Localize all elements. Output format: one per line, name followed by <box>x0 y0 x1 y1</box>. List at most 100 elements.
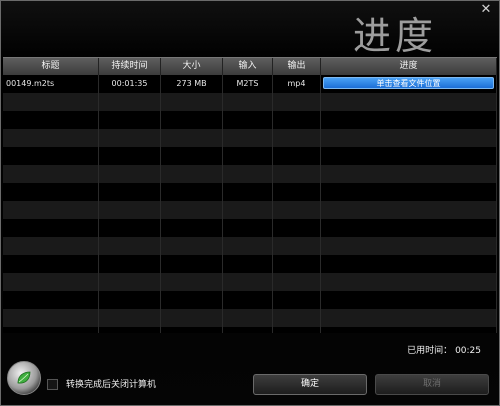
empty-cell <box>273 273 321 291</box>
empty-cell <box>321 129 497 147</box>
empty-cell <box>99 129 161 147</box>
empty-cell <box>223 129 273 147</box>
empty-cell <box>223 111 273 129</box>
elapsed-time: 已用时间： 00:25 <box>407 343 481 356</box>
empty-cell <box>273 327 321 333</box>
empty-cell <box>223 147 273 165</box>
empty-cell <box>161 111 223 129</box>
table-row <box>3 255 497 273</box>
empty-cell <box>273 93 321 111</box>
column-header-title[interactable]: 标题 <box>3 58 99 75</box>
empty-cell <box>161 183 223 201</box>
column-header-duration[interactable]: 持续时间 <box>99 58 161 75</box>
empty-cell <box>3 183 99 201</box>
empty-cell <box>321 219 497 237</box>
table-row <box>3 237 497 255</box>
close-icon[interactable]: ✕ <box>479 3 493 17</box>
column-header-input[interactable]: 输入 <box>223 58 273 75</box>
column-header-size[interactable]: 大小 <box>161 58 223 75</box>
cell-size: 273 MB <box>161 75 223 93</box>
empty-cell <box>223 219 273 237</box>
table-row <box>3 129 497 147</box>
empty-cell <box>223 327 273 333</box>
cancel-button[interactable]: 取消 <box>375 374 489 395</box>
empty-cell <box>3 237 99 255</box>
empty-cell <box>273 219 321 237</box>
empty-cell <box>321 147 497 165</box>
empty-cell <box>99 255 161 273</box>
empty-cell <box>321 255 497 273</box>
empty-cell <box>273 309 321 327</box>
table-body: 00149.m2ts 00:01:35 273 MB M2TS mp4 单击查看… <box>3 75 497 333</box>
empty-cell <box>161 291 223 309</box>
empty-cell <box>99 309 161 327</box>
empty-cell <box>3 111 99 129</box>
empty-cell <box>161 165 223 183</box>
empty-cell <box>99 165 161 183</box>
empty-cell <box>273 291 321 309</box>
task-table: 标题 持续时间 大小 输入 输出 进度 00149.m2ts 00:01:35 … <box>3 57 497 333</box>
elapsed-time-value: 00:25 <box>455 346 481 356</box>
empty-cell <box>321 273 497 291</box>
elapsed-time-label: 已用时间： <box>407 346 453 356</box>
empty-cell <box>3 147 99 165</box>
cell-duration: 00:01:35 <box>99 75 161 93</box>
empty-cell <box>3 129 99 147</box>
cell-progress: 单击查看文件位置 <box>321 75 497 93</box>
empty-cell <box>3 93 99 111</box>
table-row <box>3 165 497 183</box>
table-row[interactable]: 00149.m2ts 00:01:35 273 MB M2TS mp4 单击查看… <box>3 75 497 93</box>
empty-cell <box>273 183 321 201</box>
progress-window: ✕ 进度 标题 持续时间 大小 输入 输出 进度 00149.m2ts 00:0… <box>0 0 500 406</box>
empty-cell <box>321 291 497 309</box>
empty-cell <box>99 93 161 111</box>
empty-cell <box>99 291 161 309</box>
ok-button[interactable]: 确定 <box>253 374 367 395</box>
empty-cell <box>161 93 223 111</box>
shutdown-checkbox-label: 转换完成后关闭计算机 <box>66 380 157 390</box>
empty-cell <box>161 237 223 255</box>
empty-cell <box>321 183 497 201</box>
empty-cell <box>273 237 321 255</box>
table-row <box>3 183 497 201</box>
empty-cell <box>3 165 99 183</box>
table-row <box>3 111 497 129</box>
table-row <box>3 327 497 333</box>
empty-cell <box>161 327 223 333</box>
cell-title: 00149.m2ts <box>3 75 99 93</box>
shutdown-checkbox[interactable] <box>47 379 58 390</box>
empty-cell <box>273 111 321 129</box>
table-row <box>3 309 497 327</box>
empty-cell <box>99 237 161 255</box>
table-row <box>3 93 497 111</box>
empty-cell <box>273 255 321 273</box>
empty-cell <box>99 183 161 201</box>
open-file-location-button[interactable]: 单击查看文件位置 <box>323 77 494 89</box>
empty-cell <box>321 237 497 255</box>
empty-cell <box>99 327 161 333</box>
empty-cell <box>99 111 161 129</box>
empty-cell <box>273 129 321 147</box>
empty-cell <box>321 165 497 183</box>
empty-cell <box>223 309 273 327</box>
empty-cell <box>161 273 223 291</box>
empty-cell <box>223 255 273 273</box>
empty-cell <box>99 147 161 165</box>
window-title: 进度 <box>352 14 437 58</box>
empty-cell <box>161 147 223 165</box>
empty-cell <box>321 327 497 333</box>
column-header-progress[interactable]: 进度 <box>321 58 497 75</box>
empty-cell <box>3 327 99 333</box>
empty-cell <box>99 201 161 219</box>
column-header-output[interactable]: 输出 <box>273 58 321 75</box>
empty-cell <box>223 93 273 111</box>
empty-cell <box>321 93 497 111</box>
cell-input: M2TS <box>223 75 273 93</box>
empty-cell <box>3 201 99 219</box>
empty-cell <box>223 237 273 255</box>
leaf-logo-icon <box>7 361 41 395</box>
empty-cell <box>3 291 99 309</box>
cell-output: mp4 <box>273 75 321 93</box>
empty-cell <box>223 165 273 183</box>
empty-cell <box>161 201 223 219</box>
